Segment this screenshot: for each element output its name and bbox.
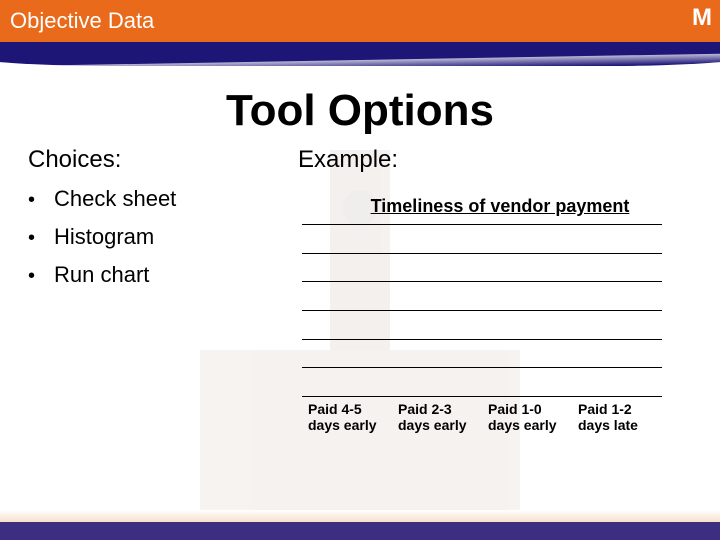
list-item: • Histogram	[28, 224, 268, 250]
choice-label: Run chart	[54, 262, 149, 288]
footer-bar	[0, 522, 720, 540]
choice-label: Check sheet	[54, 186, 176, 212]
chart-title: Timeliness of vendor payment	[298, 196, 692, 217]
header-swoosh	[0, 42, 720, 80]
example-heading: Example:	[298, 146, 692, 174]
example-column: Example: Timeliness of vendor payment Pa…	[298, 146, 692, 433]
chart: Timeliness of vendor payment Paid 4-5 da…	[298, 196, 692, 433]
header-title: Objective Data	[10, 8, 154, 34]
chart-x-label: Paid 1-2 days late	[572, 401, 662, 433]
bullet-icon: •	[28, 265, 54, 288]
list-item: • Run chart	[28, 262, 268, 288]
choices-column: Choices: • Check sheet • Histogram • Run…	[28, 146, 268, 433]
header-right-letter: M	[692, 4, 712, 32]
main-title: Tool Options	[28, 86, 692, 136]
chart-plot-area	[302, 225, 662, 397]
chart-x-label: Paid 2-3 days early	[392, 401, 482, 433]
bullet-icon: •	[28, 227, 54, 250]
choice-label: Histogram	[54, 224, 154, 250]
chart-bars	[302, 225, 662, 397]
bullet-icon: •	[28, 189, 54, 212]
list-item: • Check sheet	[28, 186, 268, 212]
choices-heading: Choices:	[28, 146, 268, 174]
chart-x-label: Paid 4-5 days early	[302, 401, 392, 433]
chart-x-label: Paid 1-0 days early	[482, 401, 572, 433]
chart-x-axis-labels: Paid 4-5 days earlyPaid 2-3 days earlyPa…	[302, 401, 662, 433]
header-bar: Objective Data M	[0, 0, 720, 42]
